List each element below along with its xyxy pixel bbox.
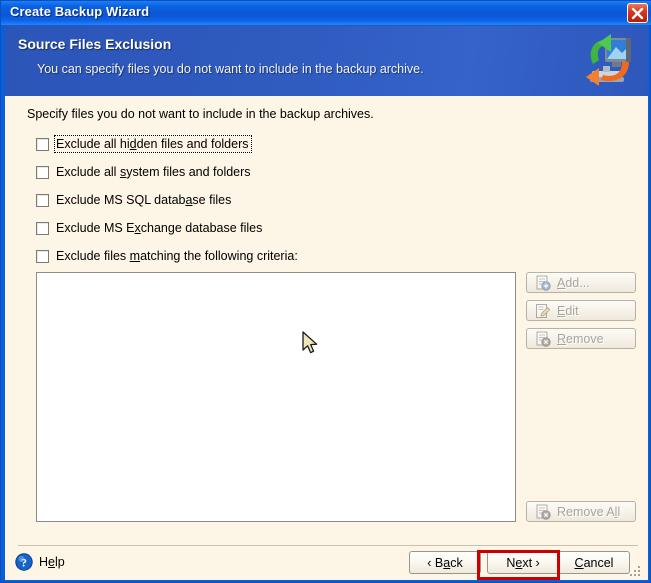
checkbox-label: Exclude all system files and folders bbox=[56, 165, 251, 179]
back-button[interactable]: ‹ Back bbox=[409, 551, 481, 574]
footer-bar: ? Help ‹ Back Next › Cancel bbox=[5, 545, 648, 580]
add-button[interactable]: Add... bbox=[526, 272, 636, 293]
content-panel: Specify files you do not want to include… bbox=[5, 96, 648, 545]
svg-text:?: ? bbox=[21, 555, 27, 569]
exclusion-criteria-listbox[interactable] bbox=[36, 272, 516, 522]
checkbox-exclude-mssql[interactable]: Exclude MS SQL database files bbox=[36, 190, 233, 210]
checkbox-box[interactable] bbox=[36, 165, 49, 179]
help-icon[interactable]: ? bbox=[15, 553, 33, 571]
intro-text: Specify files you do not want to include… bbox=[27, 107, 374, 121]
back-button-label: ‹ Back bbox=[427, 555, 463, 570]
checkbox-label: Exclude MS Exchange database files bbox=[56, 221, 263, 235]
next-button[interactable]: Next › bbox=[487, 551, 559, 574]
wizard-header: Source Files Exclusion You can specify f… bbox=[5, 26, 648, 96]
cancel-button[interactable]: Cancel bbox=[558, 551, 630, 574]
checkbox-box[interactable] bbox=[36, 137, 49, 151]
edit-button-label: Edit bbox=[557, 303, 579, 318]
checkbox-box[interactable] bbox=[36, 221, 49, 235]
next-button-label: Next › bbox=[506, 555, 540, 570]
add-button-label: Add... bbox=[557, 275, 590, 290]
cancel-button-label: Cancel bbox=[574, 555, 614, 570]
add-file-icon bbox=[535, 275, 551, 291]
page-subtitle: You can specify files you do not want to… bbox=[37, 62, 424, 76]
checkbox-exclude-criteria[interactable]: Exclude files matching the following cri… bbox=[36, 246, 300, 266]
edit-file-icon bbox=[535, 303, 551, 319]
remove-button[interactable]: Remove bbox=[526, 328, 636, 349]
remove-all-button-label: Remove All bbox=[557, 504, 621, 519]
checkbox-exclude-exchange[interactable]: Exclude MS Exchange database files bbox=[36, 218, 264, 238]
checkbox-exclude-hidden[interactable]: Exclude all hidden files and folders bbox=[36, 134, 252, 154]
window-title: Create Backup Wizard bbox=[10, 4, 150, 19]
footer-separator bbox=[18, 545, 638, 546]
remove-all-icon bbox=[535, 504, 551, 520]
resize-grip[interactable] bbox=[630, 564, 643, 577]
checkbox-exclude-system[interactable]: Exclude all system files and folders bbox=[36, 162, 253, 182]
remove-all-button[interactable]: Remove All bbox=[526, 501, 636, 522]
page-title: Source Files Exclusion bbox=[18, 36, 172, 52]
wizard-window: Create Backup Wizard Source Files Exclus… bbox=[0, 0, 651, 583]
close-x-glyph bbox=[631, 7, 644, 20]
title-bar[interactable]: Create Backup Wizard bbox=[1, 1, 651, 25]
checkbox-label: Exclude files matching the following cri… bbox=[56, 249, 298, 263]
remove-button-label: Remove bbox=[557, 331, 604, 346]
backup-wizard-icon bbox=[586, 34, 631, 86]
remove-file-icon bbox=[535, 331, 551, 347]
checkbox-label: Exclude MS SQL database files bbox=[56, 193, 232, 207]
edit-button[interactable]: Edit bbox=[526, 300, 636, 321]
checkbox-box[interactable] bbox=[36, 249, 49, 263]
close-icon[interactable] bbox=[627, 3, 648, 23]
checkbox-box[interactable] bbox=[36, 193, 49, 207]
help-link[interactable]: Help bbox=[39, 555, 65, 569]
checkbox-label: Exclude all hidden files and folders bbox=[54, 135, 252, 153]
